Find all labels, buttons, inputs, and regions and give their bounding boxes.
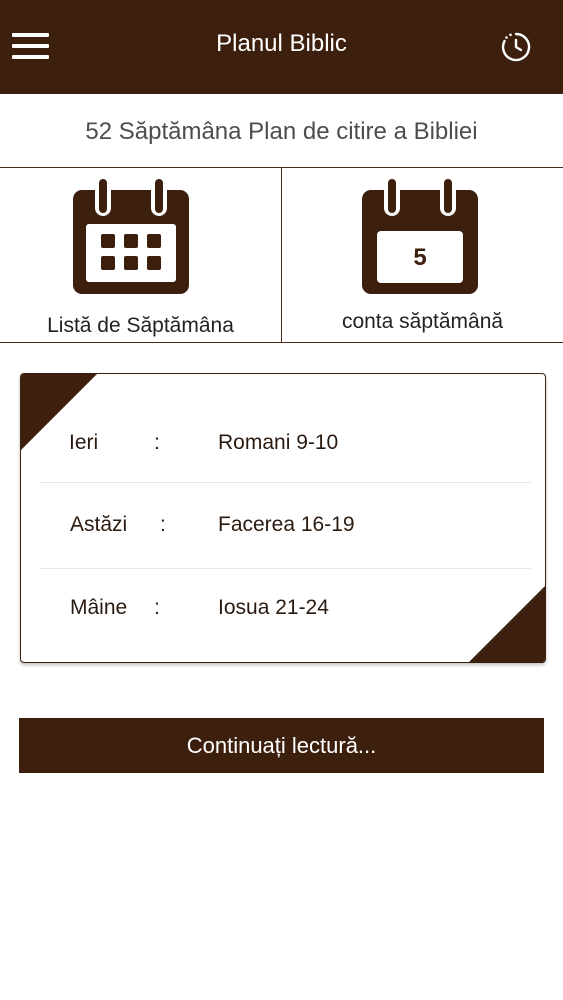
reading-separator: : <box>154 431 160 454</box>
reading-day: Astăzi <box>70 513 128 536</box>
reading-reference: Facerea 16-19 <box>218 513 355 536</box>
reading-separator: : <box>154 596 160 619</box>
week-count-tile[interactable]: 5 conta săptămână <box>282 168 563 343</box>
app-header: Planul Biblic <box>0 0 563 94</box>
readings-card: Ieri : Romani 9-10 Astăzi : Facerea 16-1… <box>20 373 546 663</box>
continue-reading-button[interactable]: Continuați lectură... <box>19 718 544 773</box>
reading-row-tomorrow[interactable]: Mâine : Iosua 21-24 <box>21 588 545 628</box>
reading-day: Mâine <box>70 596 128 619</box>
week-count-label: conta săptămână <box>341 310 504 333</box>
calendar-number-icon: 5 <box>362 176 478 299</box>
clock-history-icon[interactable] <box>499 30 533 64</box>
reading-row-today[interactable]: Astăzi : Facerea 16-19 <box>21 505 545 545</box>
row-divider <box>41 482 531 483</box>
row-divider <box>41 568 531 569</box>
plan-title: 52 Săptămâna Plan de citire a Bibliei <box>85 118 478 145</box>
week-tiles: Listă de Săptămâna 5 conta săptămână <box>0 168 563 343</box>
calendar-grid-icon <box>73 176 189 299</box>
week-list-tile[interactable]: Listă de Săptămâna <box>0 168 282 343</box>
reading-reference: Iosua 21-24 <box>218 596 329 619</box>
page-title: Planul Biblic <box>216 30 347 57</box>
week-number: 5 <box>413 244 426 271</box>
reading-separator: : <box>160 513 166 536</box>
reading-reference: Romani 9-10 <box>218 431 339 454</box>
plan-title-bar: 52 Săptămâna Plan de citire a Bibliei <box>0 94 563 168</box>
reading-row-yesterday[interactable]: Ieri : Romani 9-10 <box>21 423 545 463</box>
reading-day: Ieri <box>69 431 99 454</box>
week-list-label: Listă de Săptămâna <box>47 314 234 337</box>
